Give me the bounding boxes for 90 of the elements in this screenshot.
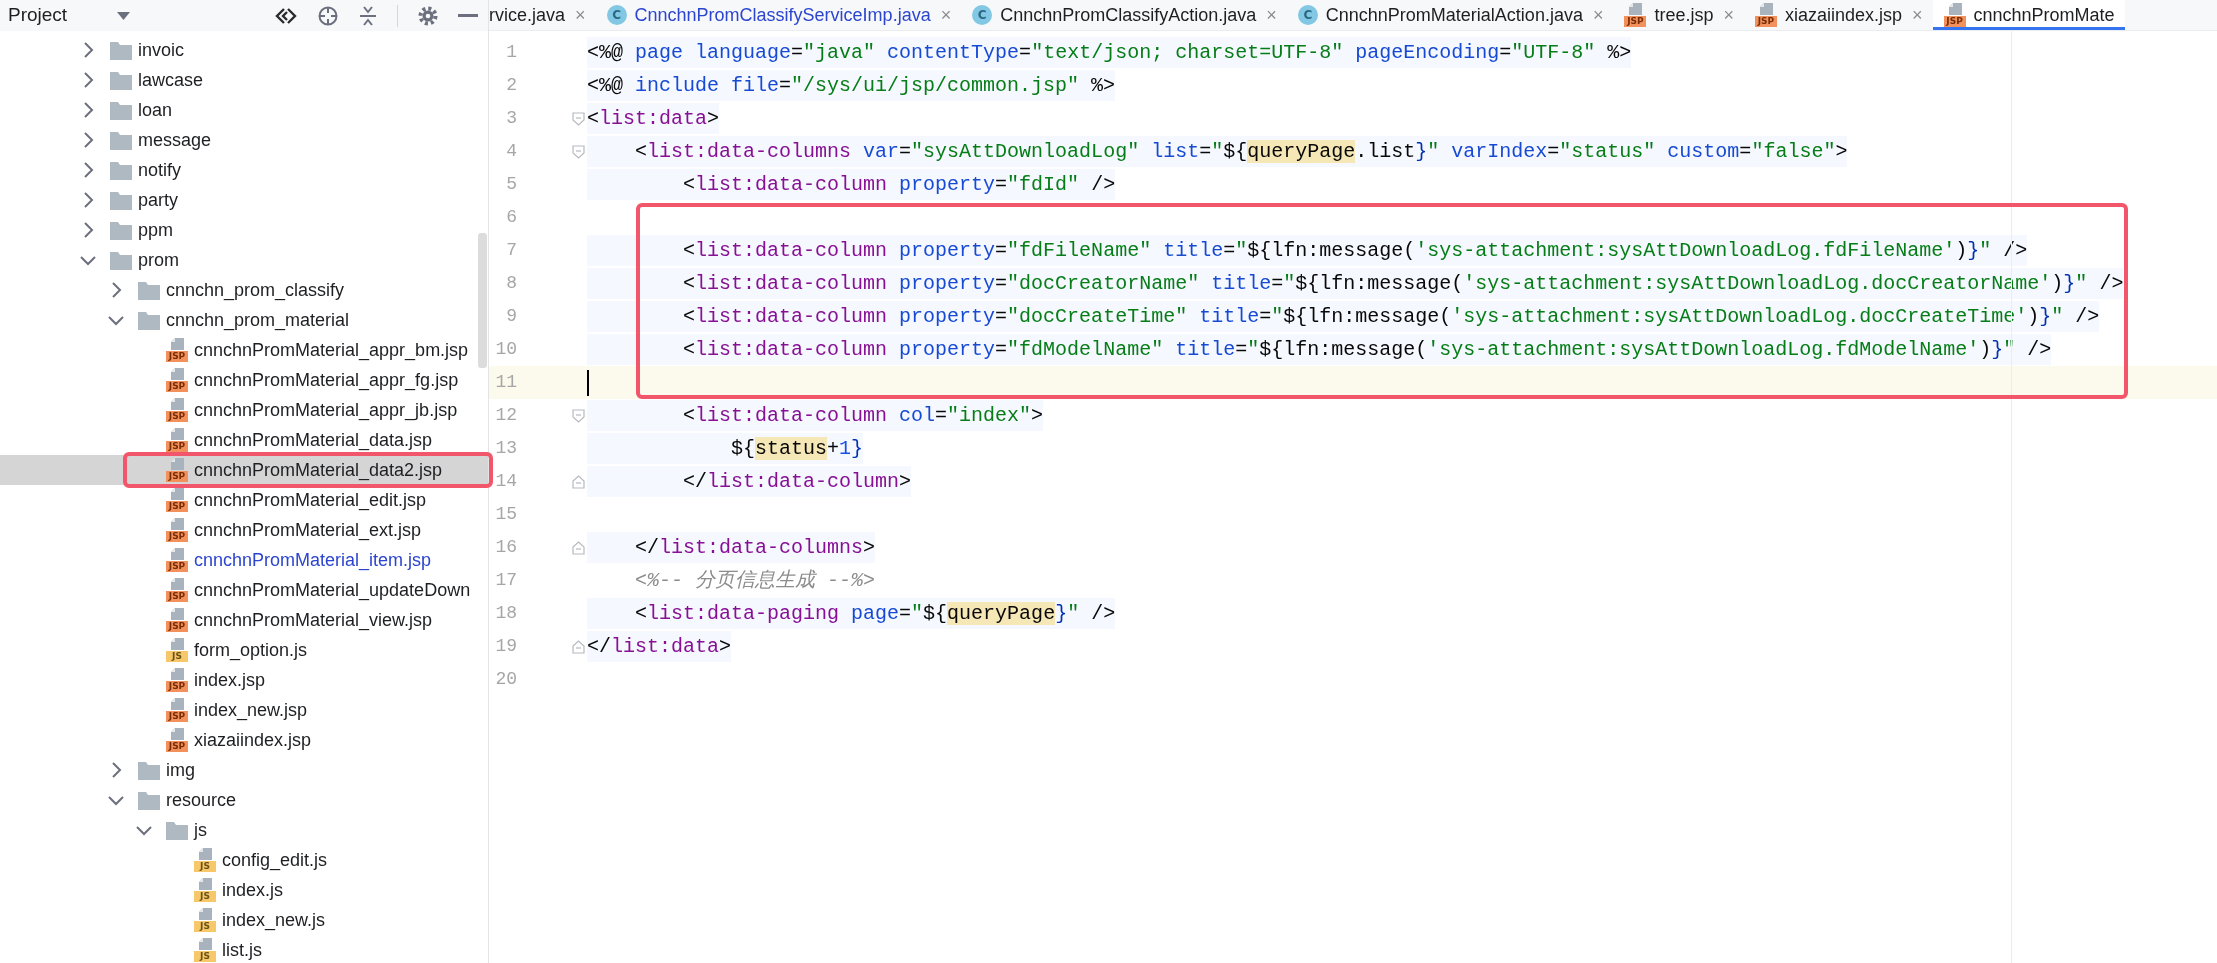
tree-item[interactable]: JSP cnnchnPromMaterial_view.jsp — [0, 605, 488, 635]
line-number: 12 — [494, 404, 517, 427]
tree-item[interactable]: JS list.js — [0, 935, 488, 963]
folder-icon — [110, 250, 132, 270]
folder-icon — [138, 310, 160, 330]
folder-icon — [110, 100, 132, 120]
folder-icon — [138, 790, 160, 810]
fold-marker[interactable] — [572, 639, 585, 654]
editor-tab[interactable]: JSP xiazaiindex.jsp × — [1744, 0, 1933, 30]
tree-item[interactable]: JSP cnnchnPromMaterial_appr_bm.jsp — [0, 335, 488, 365]
fold-marker[interactable] — [572, 474, 585, 489]
line-number: 4 — [505, 140, 517, 163]
line-number: 15 — [494, 503, 517, 526]
line-number: 13 — [494, 437, 517, 460]
chevrons-icon[interactable] — [274, 6, 298, 25]
class-icon: C — [972, 5, 993, 25]
tree-item[interactable]: cnnchn_prom_material — [0, 305, 488, 335]
editor-tab[interactable]: C CnnchnPromMaterialAction.java × — [1286, 0, 1614, 30]
crosshair-icon[interactable] — [317, 4, 339, 27]
line-number: 9 — [505, 305, 517, 328]
line-number: 3 — [505, 107, 517, 130]
folder-icon — [110, 190, 132, 210]
minimize-icon[interactable] — [458, 13, 478, 18]
scrollbar-thumb[interactable] — [478, 233, 487, 368]
line-number: 7 — [505, 239, 517, 262]
folder-icon — [110, 220, 132, 240]
tree-item[interactable]: js — [0, 815, 488, 845]
tree-item[interactable]: JS form_option.js — [0, 635, 488, 665]
tree-item[interactable]: JS index.js — [0, 875, 488, 905]
tree-item[interactable]: loan — [0, 95, 488, 125]
folder-icon — [110, 160, 132, 180]
folder-icon — [166, 820, 188, 840]
tree-item[interactable]: JSP cnnchnPromMaterial_data.jsp — [0, 425, 488, 455]
tree-item[interactable]: prom — [0, 245, 488, 275]
tree-item[interactable]: JSP cnnchnPromMaterial_appr_jb.jsp — [0, 395, 488, 425]
tree-item[interactable]: JS config_edit.js — [0, 845, 488, 875]
tree-item[interactable]: JSP cnnchnPromMaterial_item.jsp — [0, 545, 488, 575]
dropdown-caret-icon[interactable] — [117, 11, 131, 20]
line-number: 8 — [505, 272, 517, 295]
line-number: 1 — [505, 41, 517, 64]
folder-icon — [110, 130, 132, 150]
code-line: <%-- 分页信息生成 --%> — [634, 568, 876, 594]
tree-item[interactable]: resource — [0, 785, 488, 815]
fold-marker[interactable] — [572, 540, 585, 555]
tree-item[interactable]: JSP cnnchnPromMaterial_ext.jsp — [0, 515, 488, 545]
tree-item[interactable]: JSP cnnchnPromMaterial_updateDown — [0, 575, 488, 605]
tree-item[interactable]: invoic — [0, 35, 488, 65]
folder-icon — [138, 760, 160, 780]
line-number: 14 — [494, 470, 517, 493]
tree-item[interactable]: JSP index_new.jsp — [0, 695, 488, 725]
tree-item[interactable]: img — [0, 755, 488, 785]
tree-item[interactable]: message — [0, 125, 488, 155]
tree-item[interactable]: JSP xiazaiindex.jsp — [0, 725, 488, 755]
editor-tab[interactable]: JSP cnnchnPromMate — [1932, 0, 2125, 30]
editor-tab[interactable]: C CnnchnPromClassifyAction.java × — [961, 0, 1287, 30]
tree-item[interactable]: JS index_new.js — [0, 905, 488, 935]
fold-marker[interactable] — [572, 144, 585, 159]
collapse-icon[interactable] — [358, 4, 378, 27]
fold-marker[interactable] — [572, 111, 585, 126]
tree-item[interactable]: JSP cnnchnPromMaterial_edit.jsp — [0, 485, 488, 515]
line-number: 17 — [494, 569, 517, 592]
tree-item[interactable]: JSP cnnchnPromMaterial_appr_fg.jsp — [0, 365, 488, 395]
tree-item[interactable]: JSP index.jsp — [0, 665, 488, 695]
line-number: 16 — [494, 536, 517, 559]
editor-tab[interactable]: JSP tree.jsp × — [1613, 0, 1744, 30]
tree-item[interactable]: JSP cnnchnPromMaterial_data2.jsp — [0, 455, 488, 485]
tree-item[interactable]: lawcase — [0, 65, 488, 95]
line-number: 10 — [494, 338, 517, 361]
line-number: 20 — [494, 668, 517, 691]
folder-icon — [110, 40, 132, 60]
fold-marker[interactable] — [572, 408, 585, 423]
tree-item[interactable]: ppm — [0, 215, 488, 245]
folder-icon — [110, 70, 132, 90]
line-number: 5 — [505, 173, 517, 196]
line-number: 18 — [494, 602, 517, 625]
line-number: 19 — [494, 635, 517, 658]
settings-icon[interactable] — [417, 4, 439, 27]
line-number: 2 — [505, 74, 517, 97]
line-number: 11 — [494, 371, 517, 394]
class-icon: C — [1297, 5, 1318, 25]
editor-tab[interactable]: rvice.java × — [489, 0, 596, 30]
folder-icon — [138, 280, 160, 300]
panel-title: Project — [8, 3, 68, 28]
tree-item[interactable]: cnnchn_prom_classify — [0, 275, 488, 305]
tree-item[interactable]: party — [0, 185, 488, 215]
line-number: 6 — [505, 206, 517, 229]
text-cursor — [587, 369, 589, 396]
tree-item[interactable]: notify — [0, 155, 488, 185]
class-icon: C — [606, 5, 627, 25]
editor-tab[interactable]: C CnnchnPromClassifyServiceImp.java × — [595, 0, 962, 30]
